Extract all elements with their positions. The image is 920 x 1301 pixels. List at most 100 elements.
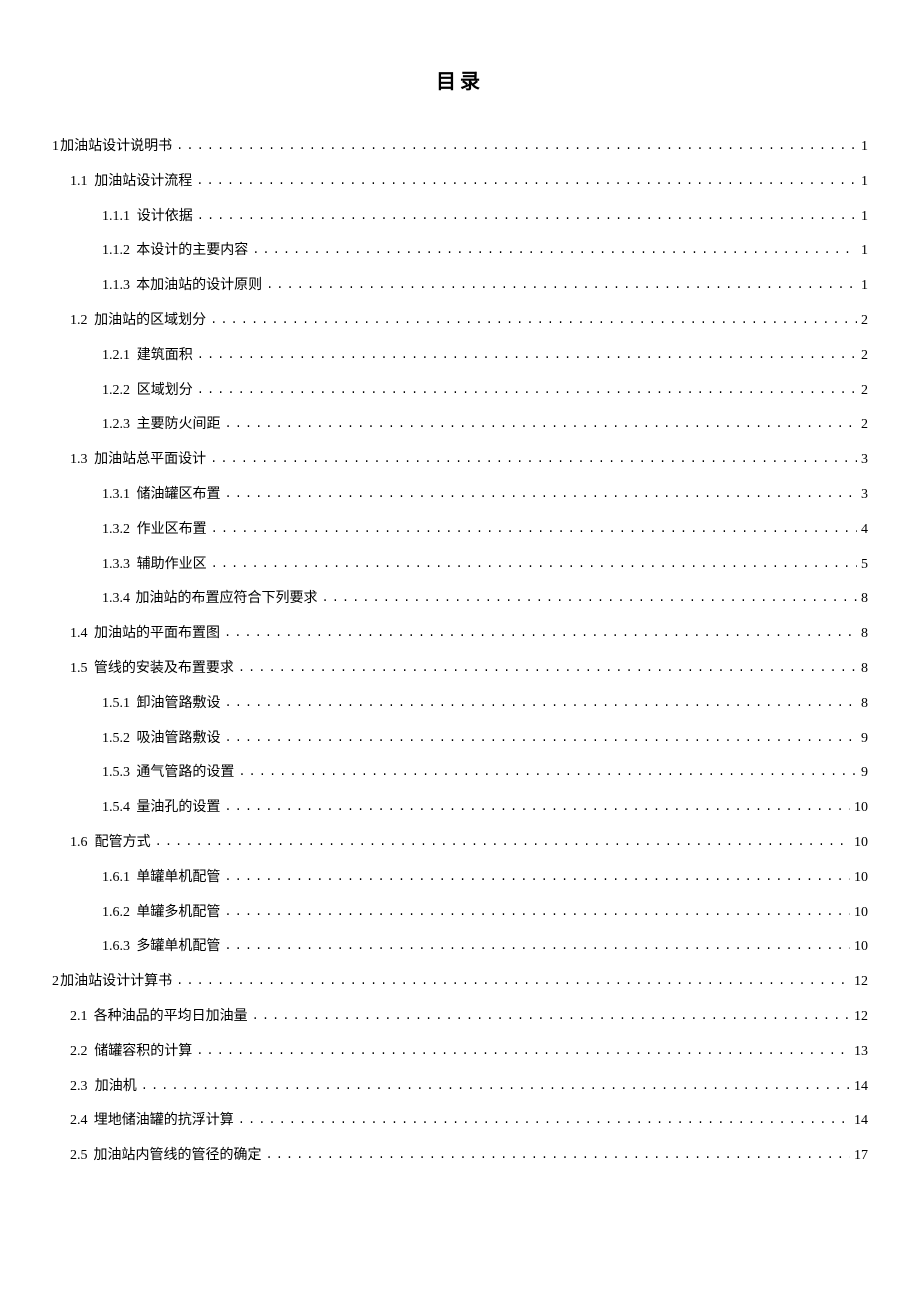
- toc-entry[interactable]: 1加油站设计说明书1: [52, 139, 868, 156]
- page-title: 目录: [52, 65, 868, 94]
- toc-entry[interactable]: 1.2.3主要防火间距2: [52, 417, 868, 434]
- toc-entry[interactable]: 2.1各种油品的平均日加油量12: [52, 1009, 868, 1026]
- toc-entry-number: 1.2: [70, 313, 88, 330]
- toc-entry-number: 1.2.2: [102, 383, 130, 400]
- toc-entry[interactable]: 2.2 储罐容积的计算 13: [52, 1044, 868, 1061]
- dot-leader: [225, 487, 858, 501]
- toc-entry[interactable]: 1.5.3通气管路的设置9: [52, 765, 868, 782]
- dot-leader: [238, 1113, 850, 1127]
- toc-entry-label: 埋地储油罐的抗浮计算: [94, 1113, 234, 1130]
- dot-leader: [197, 348, 857, 362]
- toc-entry-page: 10: [850, 835, 868, 852]
- dot-leader: [224, 800, 850, 814]
- toc-entry-label: 配管方式: [95, 835, 151, 852]
- toc-entry-label: 单罐多机配管: [136, 905, 220, 922]
- toc-entry-label: 加油站的区域划分: [94, 313, 206, 330]
- toc-entry-number: 1.6.1: [102, 870, 130, 887]
- toc-entry-page: 10: [850, 939, 868, 956]
- dot-leader: [210, 452, 857, 466]
- toc-entry-label: 建筑面积: [137, 348, 193, 365]
- toc-entry-label: 吸油管路敷设: [137, 731, 221, 748]
- toc-entry-page: 3: [857, 487, 868, 504]
- toc-entry[interactable]: 1.1加油站设计流程1: [52, 174, 868, 191]
- toc-entry[interactable]: 1.1.3本加油站的设计原则1: [52, 278, 868, 295]
- dot-leader: [224, 905, 850, 919]
- toc-entry[interactable]: 2.3加油机14: [52, 1079, 868, 1096]
- toc-entry-label: 管线的安装及布置要求: [94, 661, 234, 678]
- toc-entry[interactable]: 1.3.3辅助作业区5: [52, 557, 868, 574]
- toc-entry-number: 1.5.4: [102, 800, 130, 817]
- toc-entry-number: 1.5: [70, 661, 88, 678]
- toc-entry[interactable]: 1.1.1设计依据1: [52, 209, 868, 226]
- toc-entry[interactable]: 1.2.1 建筑面积 2: [52, 348, 868, 365]
- toc-entry[interactable]: 1.2.2区域划分2: [52, 383, 868, 400]
- toc-entry-page: 1: [857, 243, 868, 260]
- toc-entry-number: 2: [52, 974, 59, 991]
- toc-entry-label: 作业区布置: [137, 522, 207, 539]
- toc-entry[interactable]: 1.3.4加油站的布置应符合下列要求8: [52, 591, 868, 608]
- toc-entry[interactable]: 1.3.1 储油罐区布置 3: [52, 487, 868, 504]
- toc-entry-number: 2.5: [70, 1148, 88, 1165]
- dot-leader: [197, 383, 857, 397]
- dot-leader: [196, 1044, 850, 1058]
- toc-entry-number: 2.1: [70, 1009, 88, 1026]
- toc-entry-number: 1.3.1: [102, 487, 130, 504]
- dot-leader: [224, 939, 850, 953]
- toc-entry[interactable]: 1.4加油站的平面布置图8: [52, 626, 868, 643]
- toc-entry-page: 8: [857, 626, 868, 643]
- toc-entry-label: 多罐单机配管: [136, 939, 220, 956]
- dot-leader: [225, 417, 858, 431]
- dot-leader: [210, 313, 857, 327]
- toc-entry-label: 加油站的布置应符合下列要求: [136, 591, 318, 608]
- toc-entry-label: 量油孔的设置: [136, 800, 220, 817]
- toc-entry-number: 1.3.4: [102, 591, 130, 608]
- toc-entry[interactable]: 1.5.2 吸油管路敷设 9: [52, 731, 868, 748]
- toc-entry-number: 1.1.1: [102, 209, 130, 226]
- toc-entry-label: 加油机: [95, 1079, 137, 1096]
- toc-entry-number: 1.1.3: [102, 278, 130, 295]
- toc-entry-number: 2.2: [70, 1044, 88, 1061]
- toc-entry-label: 单罐单机配管: [136, 870, 220, 887]
- toc-entry[interactable]: 2加油站设计计算书12: [52, 974, 868, 991]
- toc-entry[interactable]: 1.6.2单罐多机配管10: [52, 905, 868, 922]
- dot-leader: [225, 731, 858, 745]
- toc-entry-page: 10: [850, 800, 868, 817]
- dot-leader: [211, 522, 857, 536]
- toc-entry-number: 1.6.3: [102, 939, 130, 956]
- toc-entry[interactable]: 1.5.4 量油孔的设置 10: [52, 800, 868, 817]
- dot-leader: [322, 591, 858, 605]
- toc-entry[interactable]: 1.2加油站的区域划分2: [52, 313, 868, 330]
- toc-entry[interactable]: 1.3.2作业区布置4: [52, 522, 868, 539]
- toc-entry-page: 8: [857, 696, 868, 713]
- toc-entry[interactable]: 2.4埋地储油罐的抗浮计算14: [52, 1113, 868, 1130]
- toc-entry[interactable]: 1.3加油站总平面设计3: [52, 452, 868, 469]
- toc-entry[interactable]: 1.6.3 多罐单机配管 10: [52, 939, 868, 956]
- toc-entry-number: 1.5.3: [102, 765, 130, 782]
- toc-entry-label: 主要防火间距: [137, 417, 221, 434]
- toc-entry-label: 储罐容积的计算: [94, 1044, 192, 1061]
- toc-entry-label: 加油站内管线的管径的确定: [94, 1148, 262, 1165]
- toc-entry-label: 设计依据: [137, 209, 193, 226]
- toc-entry-number: 1.2.1: [102, 348, 130, 365]
- toc-entry-number: 1.5.2: [102, 731, 130, 748]
- toc-entry-label: 储油罐区布置: [137, 487, 221, 504]
- toc-entry[interactable]: 2.5加油站内管线的管径的确定17: [52, 1148, 868, 1165]
- toc-entry-number: 1.3.3: [102, 557, 130, 574]
- toc-entry-number: 1.1: [70, 174, 88, 191]
- toc-entry-page: 9: [857, 731, 868, 748]
- toc-entry-page: 10: [850, 905, 868, 922]
- toc-entry-page: 13: [850, 1044, 868, 1061]
- toc-entry[interactable]: 1.5管线的安装及布置要求8: [52, 661, 868, 678]
- toc-entry[interactable]: 1.6.1单罐单机配管10: [52, 870, 868, 887]
- toc-entry[interactable]: 1.6 配管方式 10: [52, 835, 868, 852]
- toc-entry-page: 2: [857, 348, 868, 365]
- dot-leader: [155, 835, 850, 849]
- toc-entry-number: 1.6: [70, 835, 88, 852]
- toc-entry[interactable]: 1.5.1卸油管路敷设8: [52, 696, 868, 713]
- toc-entry-page: 1: [857, 139, 868, 156]
- toc-entry-page: 14: [850, 1079, 868, 1096]
- toc-entry[interactable]: 1.1.2本设计的主要内容1: [52, 243, 868, 260]
- dot-leader: [197, 209, 857, 223]
- dot-leader: [252, 1009, 850, 1023]
- dot-leader: [266, 1148, 851, 1162]
